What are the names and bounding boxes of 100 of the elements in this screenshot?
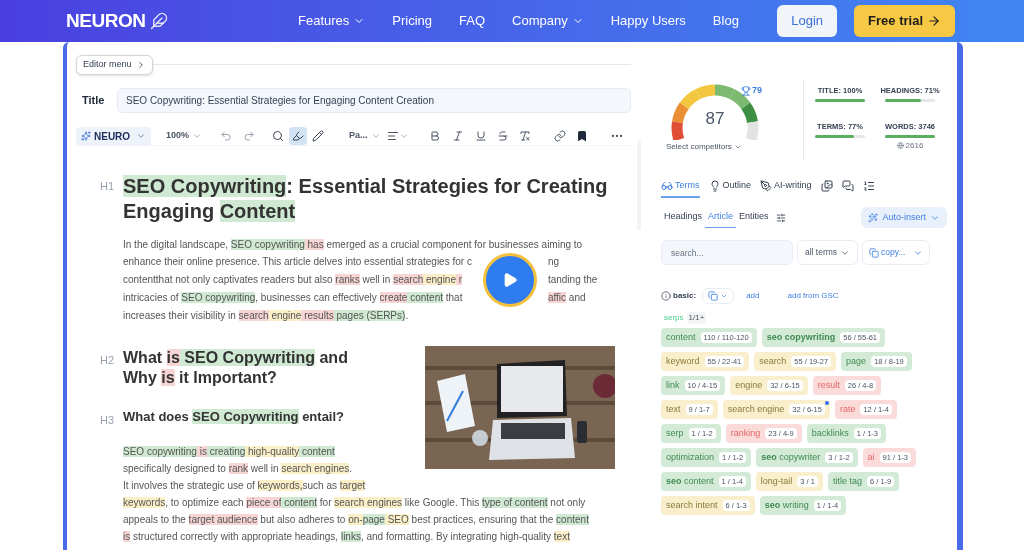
free-trial-button[interactable]: Free trial [854,5,955,37]
search-icon [272,130,285,142]
copy-icon [869,247,879,258]
text-run: emerged as a crucial component for businesses aiming to [325,239,583,250]
stat-note: 2616 [905,139,924,152]
chevron-down-icon [192,131,203,141]
add-link[interactable]: add [746,290,760,302]
text-run: it Important? [178,369,277,386]
highlighted-term: SEO [384,513,409,525]
term-name: long-tail [760,474,793,488]
highlighted-term: target audience [188,513,258,525]
sparkle-icon [81,131,91,141]
underline-icon[interactable] [474,130,487,142]
italic-icon[interactable] [451,130,464,142]
globe-icon [896,142,904,150]
text-run: , businesses can effectively [255,292,378,303]
neuro-menu-button[interactable]: NEURO [76,126,151,146]
highlighted-term: SEO copywriting [230,239,305,250]
nav-link[interactable]: Happy Users [610,11,686,31]
text-run: tanding the [547,274,598,285]
highlighted-term: SEO copywriting [123,445,197,457]
text-run: best practices, ensuring that the [410,513,555,525]
arrow-right-icon [927,14,941,28]
highlighted-term: create [379,292,408,303]
zoom-dropdown[interactable]: 100% [166,129,203,143]
text-run: What [123,349,164,366]
highlighted-term: content [281,496,318,508]
undo-icon[interactable] [220,130,233,142]
highlighted-term: engine [423,274,456,285]
chat-icon [841,180,854,192]
copy-dropdown[interactable]: copy... [862,240,930,265]
chevron-down-icon [398,131,409,141]
highlighted-term: has [304,239,324,250]
info-icon [661,291,671,301]
text-run: but also adheres to [259,513,347,525]
text-run: not only [549,496,586,508]
term-name: seo writing [764,498,809,512]
text-run: . [405,310,409,321]
highlighted-term: search engines [334,496,403,508]
sub-tab[interactable]: Entities [736,207,772,228]
highlighted-term: search [238,310,269,321]
align-left-icon [386,130,399,142]
term-name: engine [735,378,763,392]
highlighted-term: is [161,369,175,386]
logo-text[interactable]: NEURON [66,6,146,36]
panel-tab[interactable]: AI-writing [760,176,812,198]
play-button[interactable] [482,253,537,307]
bold-icon[interactable] [428,130,441,142]
chevron-down-icon [136,131,146,141]
text-run: : Essential Strategies for Creating [286,175,608,197]
bookmark-icon[interactable] [575,130,588,142]
login-button[interactable]: Login [777,5,838,37]
add-from-gsc-link[interactable]: add from GSC [787,290,839,302]
nav-link[interactable]: Pricing [392,11,433,31]
align-dropdown[interactable] [386,130,409,142]
sub-tab[interactable]: Article [705,207,737,228]
highlighted-term: content [556,513,589,525]
panel-tab[interactable]: Terms [661,176,700,198]
nav-link[interactable]: Blog [712,11,739,31]
highlighted-term: Content [219,200,296,222]
highlighted-term: engine [268,310,302,321]
sub-tab[interactable]: Headings [661,207,706,228]
paragraph-style-dropdown[interactable]: Pa... [349,129,381,143]
text-run: and [567,292,586,303]
highlighted-term: content [299,445,335,457]
heading-level-label: H1 [100,179,116,194]
search-field[interactable]: search... [661,240,793,265]
nav-link[interactable]: Company [512,11,584,31]
term-filter-dropdown[interactable]: all terms [797,240,858,265]
text-run: enhance their online presence. This article delves into essential strategies for c [123,256,472,267]
highlighted-term: SEO Copywriting [192,409,299,424]
select-competitors-dropdown[interactable]: Select competitors [666,141,742,153]
strikethrough-icon[interactable] [496,130,509,142]
heading-level-label: H2 [100,353,116,368]
link-icon[interactable] [553,130,566,142]
pen-icon [312,130,325,142]
redo-icon[interactable] [243,130,256,142]
text-run: well in [249,462,280,474]
title-field[interactable]: SEO Copywriting: Essential Strategies for Engaging Content Creation [117,88,631,113]
chevron-down-icon [720,292,729,300]
text-run: , to optimize each [165,496,245,508]
highlighted-term: is [123,530,131,542]
clear-formatting-icon[interactable] [518,130,531,142]
filter-settings-icon[interactable] [775,212,786,223]
nav-link[interactable]: Features [298,11,366,31]
editor-menu-button[interactable]: Editor menu [76,55,153,75]
pen-icon [760,180,773,192]
nav-link[interactable]: FAQ [459,11,486,31]
text-run: appeals to the [123,513,187,525]
term-name: rate [839,402,856,416]
highlighted-term: page [362,513,385,525]
list-icon [862,180,875,192]
term-name: keyword [666,354,700,368]
highlighter-tool[interactable] [289,127,308,145]
panel-tab[interactable]: Outline [708,176,752,198]
highlighted-term: results [301,310,334,321]
text-run: such as [302,479,338,491]
feather-icon [149,12,168,30]
term-name: search [759,354,787,368]
auto-insert-button[interactable]: Auto-insert [861,207,947,228]
